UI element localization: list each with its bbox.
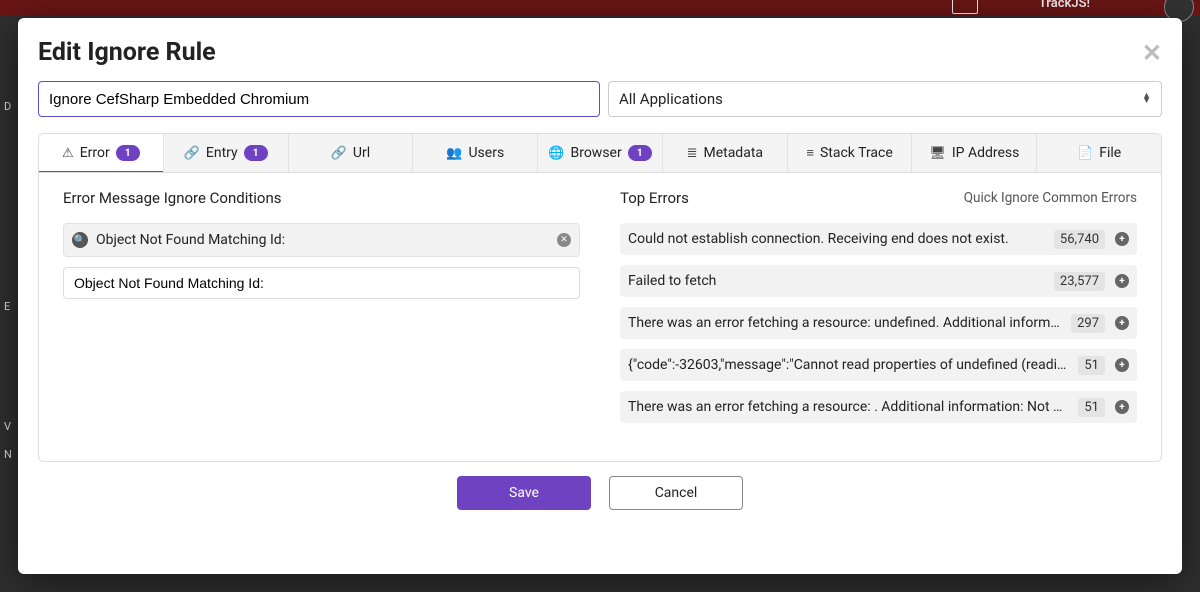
tab-label: Error (80, 145, 110, 161)
top-error-message: There was an error fetching a resource: … (628, 315, 1061, 331)
side-letter: V (4, 420, 11, 433)
quick-ignore-link[interactable]: Quick Ignore Common Errors (964, 190, 1137, 206)
topbar-brand: TrackJS! (1039, 0, 1090, 11)
top-error-row: Failed to fetch 23,577 + (620, 265, 1137, 297)
tab-badge: 1 (628, 145, 652, 161)
tab-label: IP Address (952, 145, 1020, 161)
side-letter: D (4, 100, 11, 113)
application-select[interactable]: All Applications ▲▼ (608, 81, 1162, 117)
tab-stack-trace[interactable]: ≡ Stack Trace (788, 134, 913, 172)
edit-ignore-rule-modal: Edit Ignore Rule ✕ All Applications ▲▼ ⚠… (18, 18, 1182, 574)
top-error-count: 297 (1071, 314, 1105, 333)
url-tab-icon: 🔗 (331, 146, 347, 161)
conditions-heading-text: Error Message Ignore Conditions (63, 189, 282, 207)
add-error-icon[interactable]: + (1115, 400, 1129, 414)
top-error-message: Could not establish connection. Receivin… (628, 231, 1044, 247)
rule-name-input[interactable] (38, 81, 600, 117)
modal-title: Edit Ignore Rule (38, 38, 216, 67)
modal-header: Edit Ignore Rule ✕ (38, 38, 1162, 67)
add-error-icon[interactable]: + (1115, 274, 1129, 288)
top-error-row: Could not establish connection. Receivin… (620, 223, 1137, 255)
top-error-row: There was an error fetching a resource: … (620, 307, 1137, 339)
tab-label: Browser (570, 145, 621, 161)
users-tab-icon: 👥 (446, 146, 462, 161)
condition-input[interactable] (63, 267, 580, 299)
tab-browser[interactable]: 🌐 Browser 1 (538, 134, 663, 172)
metadata-tab-icon: ≣ (687, 146, 698, 161)
tab-ip-address[interactable]: 🖥 IP Address (912, 134, 1037, 172)
top-error-row: There was an error fetching a resource: … (620, 391, 1137, 423)
top-errors-column: Top Errors Quick Ignore Common Errors Co… (620, 189, 1137, 433)
top-error-count: 51 (1078, 356, 1105, 375)
top-error-message: {"code":-32603,"message":"Cannot read pr… (628, 357, 1068, 373)
error-tab-icon: ⚠ (62, 146, 74, 161)
side-letter: N (4, 448, 12, 461)
tab-file[interactable]: 📄 File (1037, 134, 1161, 172)
save-button[interactable]: Save (457, 476, 591, 510)
app-topbar: TrackJS! (0, 0, 1200, 16)
tab-metadata[interactable]: ≣ Metadata (663, 134, 788, 172)
condition-chip: 🔍 Object Not Found Matching Id: ✕ (63, 223, 580, 257)
conditions-column: Error Message Ignore Conditions 🔍 Object… (63, 189, 580, 433)
top-error-count: 23,577 (1054, 272, 1105, 291)
tab-label: Stack Trace (820, 145, 893, 161)
add-error-icon[interactable]: + (1115, 316, 1129, 330)
cancel-button[interactable]: Cancel (609, 476, 743, 510)
contains-icon: 🔍 (72, 232, 88, 248)
top-error-count: 56,740 (1054, 230, 1105, 249)
tab-users[interactable]: 👥 Users (413, 134, 538, 172)
condition-chip-text: Object Not Found Matching Id: (96, 232, 549, 248)
tab-badge: 1 (116, 145, 140, 161)
stack trace-tab-icon: ≡ (806, 145, 814, 161)
tabs-bar: ⚠ Error 1 🔗 Entry 1 🔗 Url 👥 Users 🌐 Browser 1 ≣ Metada… (38, 133, 1162, 173)
tab-badge: 1 (244, 145, 268, 161)
file-tab-icon: 📄 (1077, 146, 1093, 161)
side-letter: E (4, 300, 10, 313)
select-chevrons-icon: ▲▼ (1142, 94, 1151, 104)
conditions-heading: Error Message Ignore Conditions (63, 189, 580, 207)
modal-top-row: All Applications ▲▼ (38, 81, 1162, 117)
close-icon[interactable]: ✕ (1142, 39, 1162, 67)
application-select-value: All Applications (619, 90, 723, 108)
top-errors-header: Top Errors Quick Ignore Common Errors (620, 189, 1137, 207)
tab-label: Entry (206, 145, 238, 161)
ip address-tab-icon: 🖥 (929, 146, 946, 161)
add-error-icon[interactable]: + (1115, 232, 1129, 246)
remove-condition-icon[interactable]: ✕ (557, 233, 571, 247)
tab-entry[interactable]: 🔗 Entry 1 (164, 134, 289, 172)
modal-footer: Save Cancel (38, 462, 1162, 510)
top-error-message: Failed to fetch (628, 273, 1044, 289)
top-error-count: 51 (1078, 398, 1105, 417)
tab-label: Metadata (703, 145, 763, 161)
top-error-row: {"code":-32603,"message":"Cannot read pr… (620, 349, 1137, 381)
tab-label: Url (353, 145, 370, 161)
tab-label: File (1099, 145, 1121, 161)
tab-label: Users (468, 145, 504, 161)
add-error-icon[interactable]: + (1115, 358, 1129, 372)
tab-url[interactable]: 🔗 Url (289, 134, 414, 172)
top-errors-heading: Top Errors (620, 189, 689, 207)
browser-tab-icon: 🌐 (548, 146, 564, 161)
topbar-square (952, 0, 978, 14)
entry-tab-icon: 🔗 (184, 146, 200, 161)
tab-panel: Error Message Ignore Conditions 🔍 Object… (38, 173, 1162, 462)
tab-error[interactable]: ⚠ Error 1 (39, 134, 164, 172)
top-error-message: There was an error fetching a resource: … (628, 399, 1068, 415)
